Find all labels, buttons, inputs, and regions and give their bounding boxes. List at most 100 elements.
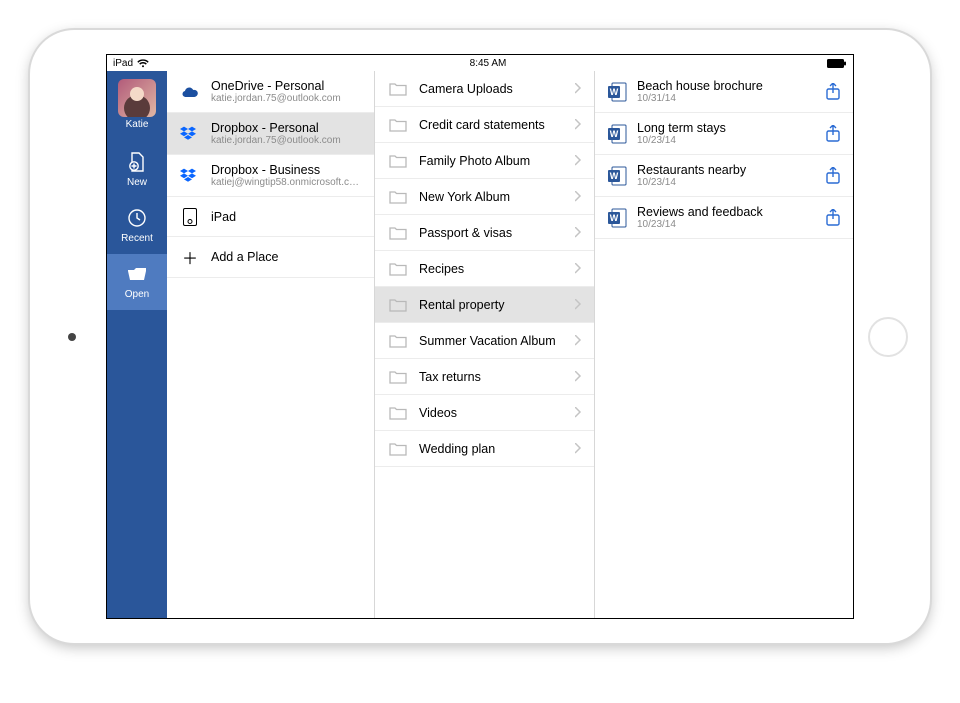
folder-name: Wedding plan	[419, 442, 565, 456]
clock: 8:45 AM	[470, 58, 507, 69]
sidebar-item-label: Open	[107, 289, 167, 300]
place-subtitle: katie.jordan.75@outlook.com	[211, 135, 362, 146]
folder-icon	[387, 440, 409, 457]
dropbox-icon	[179, 167, 201, 185]
chevron-right-icon	[575, 227, 582, 239]
sidebar: Katie New Recent Open	[107, 71, 167, 618]
sidebar-item-open[interactable]: Open	[107, 254, 167, 310]
word-document-icon	[607, 82, 629, 102]
status-bar: iPad 8:45 AM	[107, 55, 853, 71]
share-icon[interactable]	[825, 83, 841, 101]
onedrive-icon	[179, 84, 201, 100]
place-subtitle: katie.jordan.75@outlook.com	[211, 93, 362, 104]
user-name: Katie	[126, 119, 149, 130]
file-name: Restaurants nearby	[637, 163, 817, 177]
folder-row[interactable]: Rental property	[375, 287, 594, 323]
folder-name: Tax returns	[419, 370, 565, 384]
folder-row[interactable]: Family Photo Album	[375, 143, 594, 179]
chevron-right-icon	[575, 155, 582, 167]
place-title: Add a Place	[211, 250, 362, 264]
sidebar-item-label: New	[107, 177, 167, 188]
place-row[interactable]: OneDrive - Personal katie.jordan.75@outl…	[167, 71, 374, 113]
dropbox-icon	[179, 125, 201, 143]
chevron-right-icon	[575, 119, 582, 131]
sidebar-item-label: Recent	[107, 233, 167, 244]
folder-icon	[387, 116, 409, 133]
avatar[interactable]	[118, 79, 156, 117]
place-row[interactable]: Dropbox - Personal katie.jordan.75@outlo…	[167, 113, 374, 155]
file-date: 10/23/14	[637, 219, 817, 230]
add-icon: ＋	[179, 245, 201, 269]
folder-open-icon	[125, 262, 149, 286]
folder-icon	[387, 296, 409, 313]
chevron-right-icon	[575, 335, 582, 347]
ipad-device-frame: iPad 8:45 AM Katie New Recent	[30, 30, 930, 643]
wifi-icon	[137, 59, 149, 68]
home-button[interactable]	[868, 317, 908, 357]
folder-icon	[387, 404, 409, 421]
files-column: Beach house brochure 10/31/14 Long term …	[595, 71, 853, 618]
place-title: Dropbox - Personal	[211, 121, 362, 135]
file-name: Beach house brochure	[637, 79, 817, 93]
chevron-right-icon	[575, 407, 582, 419]
folder-icon	[387, 152, 409, 169]
folder-name: Rental property	[419, 298, 565, 312]
place-subtitle: katiej@wingtip58.onmicrosoft.com	[211, 177, 362, 188]
folder-icon	[387, 260, 409, 277]
folder-row[interactable]: Camera Uploads	[375, 71, 594, 107]
places-column: OneDrive - Personal katie.jordan.75@outl…	[167, 71, 375, 618]
folder-name: Family Photo Album	[419, 154, 565, 168]
word-document-icon	[607, 166, 629, 186]
app-body: Katie New Recent Open OneDrive - Persona…	[107, 71, 853, 618]
file-name: Reviews and feedback	[637, 205, 817, 219]
screen: iPad 8:45 AM Katie New Recent	[106, 54, 854, 619]
folder-icon	[387, 80, 409, 97]
device-camera	[68, 333, 76, 341]
file-row[interactable]: Beach house brochure 10/31/14	[595, 71, 853, 113]
file-date: 10/31/14	[637, 93, 817, 104]
chevron-right-icon	[575, 371, 582, 383]
file-row[interactable]: Long term stays 10/23/14	[595, 113, 853, 155]
folders-column: Camera Uploads Credit card statements Fa…	[375, 71, 595, 618]
sidebar-item-recent[interactable]: Recent	[107, 198, 167, 254]
folder-row[interactable]: Tax returns	[375, 359, 594, 395]
carrier-label: iPad	[113, 58, 133, 69]
place-title: iPad	[211, 210, 362, 224]
clock-icon	[125, 206, 149, 230]
folder-name: Credit card statements	[419, 118, 565, 132]
chevron-right-icon	[575, 263, 582, 275]
share-icon[interactable]	[825, 125, 841, 143]
place-row[interactable]: iPad	[167, 197, 374, 237]
chevron-right-icon	[575, 83, 582, 95]
chevron-right-icon	[575, 443, 582, 455]
place-row[interactable]: ＋ Add a Place	[167, 237, 374, 278]
folder-name: New York Album	[419, 190, 565, 204]
ipad-icon	[179, 208, 201, 226]
new-document-icon	[125, 150, 149, 174]
folder-row[interactable]: Recipes	[375, 251, 594, 287]
share-icon[interactable]	[825, 209, 841, 227]
folder-row[interactable]: Passport & visas	[375, 215, 594, 251]
folder-name: Videos	[419, 406, 565, 420]
file-row[interactable]: Reviews and feedback 10/23/14	[595, 197, 853, 239]
word-document-icon	[607, 208, 629, 228]
folder-row[interactable]: Wedding plan	[375, 431, 594, 467]
folder-row[interactable]: Summer Vacation Album	[375, 323, 594, 359]
word-document-icon	[607, 124, 629, 144]
folder-row[interactable]: New York Album	[375, 179, 594, 215]
file-row[interactable]: Restaurants nearby 10/23/14	[595, 155, 853, 197]
folder-row[interactable]: Videos	[375, 395, 594, 431]
chevron-right-icon	[575, 299, 582, 311]
folder-icon	[387, 368, 409, 385]
folder-icon	[387, 332, 409, 349]
sidebar-item-new[interactable]: New	[107, 142, 167, 198]
place-title: Dropbox - Business	[211, 163, 362, 177]
chevron-right-icon	[575, 191, 582, 203]
folder-row[interactable]: Credit card statements	[375, 107, 594, 143]
folder-name: Passport & visas	[419, 226, 565, 240]
folder-icon	[387, 224, 409, 241]
folder-icon	[387, 188, 409, 205]
place-row[interactable]: Dropbox - Business katiej@wingtip58.onmi…	[167, 155, 374, 197]
file-date: 10/23/14	[637, 135, 817, 146]
share-icon[interactable]	[825, 167, 841, 185]
